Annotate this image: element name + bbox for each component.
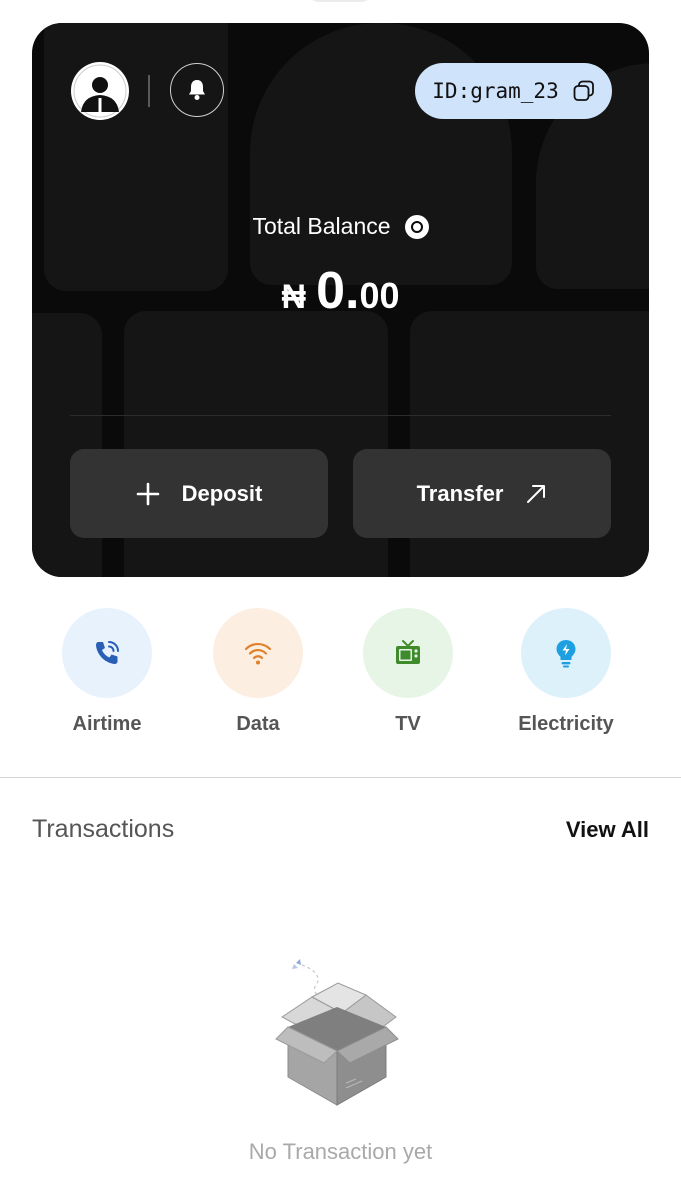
- service-tv[interactable]: TV: [338, 608, 478, 736]
- view-all-link[interactable]: View All: [566, 817, 649, 843]
- deposit-button[interactable]: Deposit: [70, 449, 328, 538]
- service-airtime[interactable]: Airtime: [37, 608, 177, 736]
- user-id-pill[interactable]: ID:gram_23: [415, 63, 612, 119]
- balance-decimal: 00: [359, 275, 400, 316]
- service-label: Electricity: [518, 713, 614, 735]
- balance-card: ID:gram_23 Total Balance ₦ 0. 00 Deposit: [32, 23, 649, 577]
- phone-call-icon: [96, 641, 119, 664]
- plus-icon: [136, 482, 160, 506]
- electricity-icon-circle: [521, 608, 611, 698]
- currency-symbol: ₦: [281, 278, 307, 316]
- empty-state-text: No Transaction yet: [248, 1139, 433, 1164]
- card-divider: [70, 415, 611, 416]
- empty-box-icon: [275, 959, 399, 1106]
- service-electricity[interactable]: Electricity: [496, 608, 636, 736]
- balance-label: Total Balance: [252, 213, 391, 239]
- eye-icon[interactable]: [404, 214, 429, 239]
- arrow-up-right-icon: [525, 483, 547, 505]
- data-icon-circle: [213, 608, 303, 698]
- tv-icon-circle: [363, 608, 453, 698]
- transactions-title: Transactions: [32, 815, 175, 843]
- airtime-icon-circle: [62, 608, 152, 698]
- service-data[interactable]: Data: [188, 608, 328, 736]
- transfer-label: Transfer: [416, 480, 504, 506]
- copy-icon[interactable]: [573, 80, 595, 102]
- balance-amount: ₦ 0. 00: [32, 261, 649, 321]
- deposit-label: Deposit: [181, 480, 263, 506]
- tv-icon: [396, 640, 420, 664]
- service-label: TV: [395, 713, 421, 735]
- avatar[interactable]: [71, 62, 129, 120]
- wallet-screen: ID:gram_23 Total Balance ₦ 0. 00 Deposit: [0, 0, 681, 1199]
- transfer-button[interactable]: Transfer: [353, 449, 611, 538]
- notifications-button[interactable]: [170, 63, 224, 117]
- header-divider: [148, 75, 150, 107]
- wifi-icon: [244, 642, 272, 665]
- bell-icon: [189, 80, 205, 100]
- user-id-text: ID:gram_23: [432, 79, 559, 103]
- top-handle: [310, 0, 370, 2]
- user-avatar-icon: [73, 64, 127, 118]
- service-label: Data: [236, 713, 280, 735]
- bulb-icon: [556, 640, 576, 668]
- balance-integer: 0.: [316, 262, 360, 320]
- balance-label-row: Total Balance: [32, 213, 649, 240]
- section-divider: [0, 777, 681, 778]
- service-label: Airtime: [72, 713, 142, 735]
